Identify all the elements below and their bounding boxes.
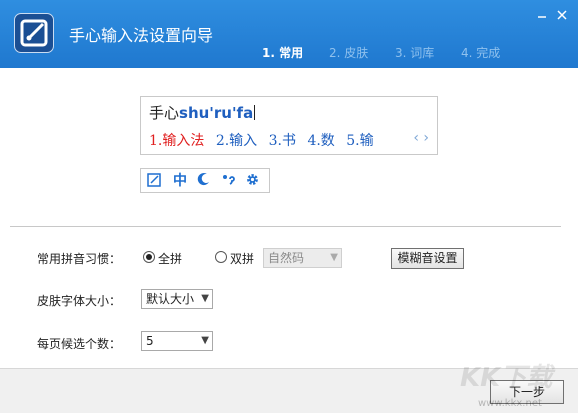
double-pinyin-scheme-value: 自然码 [268, 251, 305, 265]
page-arrows-icon: ‹ › [413, 130, 429, 146]
chevron-down-icon: ▼ [201, 335, 209, 346]
step-skin: 2. 皮肤 [329, 46, 369, 60]
ime-status-bar: 中 [140, 168, 270, 193]
candidate-3: 3.书 [268, 133, 296, 149]
candidate-2: 2.输入 [215, 133, 258, 149]
punctuation-icon [219, 172, 237, 190]
full-pinyin-radio[interactable] [143, 251, 155, 263]
close-icon[interactable] [555, 9, 569, 23]
watermark-url: www.kkx.net [478, 398, 542, 409]
app-logo-icon [14, 13, 54, 53]
step-finish: 4. 完成 [461, 46, 501, 60]
step-common: 1. 常用 [262, 46, 304, 60]
text-caret [254, 105, 256, 120]
skin-font-size-value: 默认大小 [146, 292, 195, 306]
candidates-per-page-value: 5 [146, 334, 154, 348]
candidates-per-page-select[interactable]: 5 ▼ [141, 331, 213, 351]
section-divider [10, 226, 561, 227]
skin-font-size-label: 皮肤字体大小： [37, 294, 122, 308]
skin-font-size-select[interactable]: 默认大小 ▼ [141, 289, 213, 309]
pinyin-habit-label: 常用拼音习惯： [37, 252, 122, 266]
chinese-mode-icon: 中 [173, 173, 187, 189]
chevron-down-icon: ▼ [330, 252, 338, 263]
double-pinyin-radio[interactable] [215, 251, 227, 263]
step-dictionary: 3. 词库 [395, 46, 435, 60]
candidates-per-page-label: 每页候选个数： [37, 337, 122, 351]
ime-preview: 手心shu'ru'fa 1.输入法 2.输入 3.书 4.数 5.输 ‹ › [140, 96, 438, 155]
pen-box-icon [145, 172, 163, 190]
composition-line: 手心shu'ru'fa [149, 102, 256, 123]
composition-pinyin: shu'ru'fa [179, 104, 254, 122]
double-pinyin-label[interactable]: 双拼 [230, 250, 254, 267]
watermark-logo: KK下载 [460, 363, 553, 393]
gear-icon [243, 172, 261, 190]
fuzzy-pinyin-settings-button[interactable]: 模糊音设置 [391, 248, 464, 269]
minimize-icon[interactable] [535, 9, 549, 23]
double-pinyin-scheme-select[interactable]: 自然码 ▼ [263, 248, 342, 268]
candidate-list: 1.输入法 2.输入 3.书 4.数 5.输 [149, 130, 381, 150]
candidate-5: 5.输 [346, 133, 374, 149]
window-title: 手心输入法设置向导 [69, 26, 214, 45]
moon-icon [195, 172, 213, 190]
title-bar: 手心输入法设置向导 1. 常用 2. 皮肤 3. 词库 4. 完成 [0, 0, 578, 68]
full-pinyin-label[interactable]: 全拼 [158, 250, 182, 267]
composition-chinese: 手心 [149, 104, 180, 122]
candidate-1: 1.输入法 [149, 133, 205, 149]
candidate-4: 4.数 [307, 133, 335, 149]
chevron-down-icon: ▼ [201, 293, 209, 304]
